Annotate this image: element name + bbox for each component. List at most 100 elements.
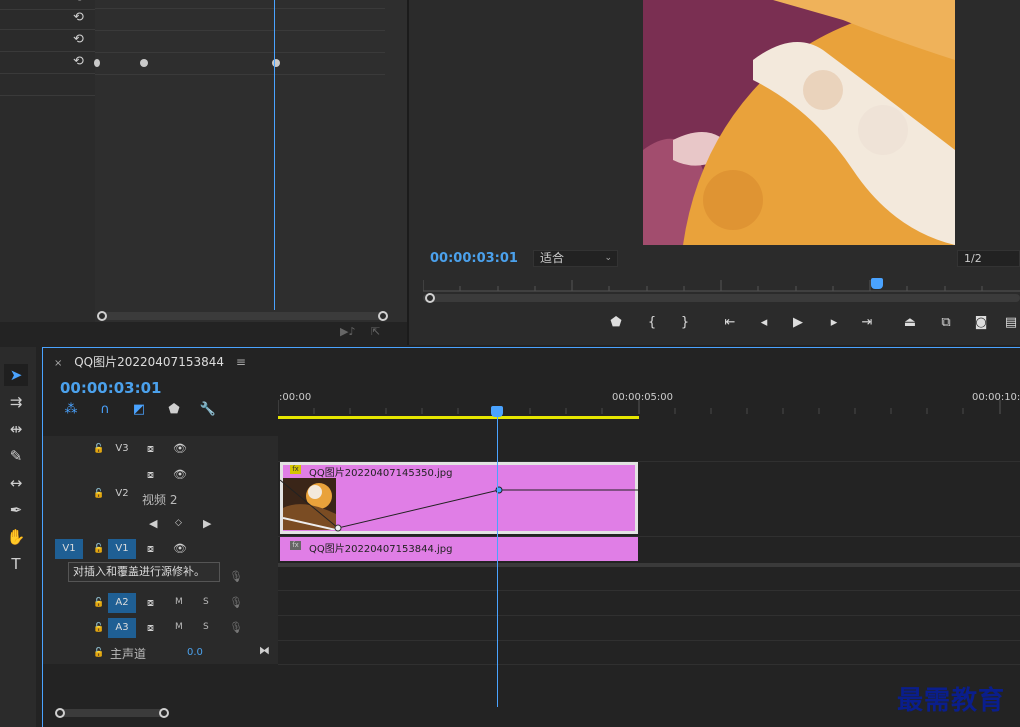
linked-selection-icon[interactable]: ◩: [130, 402, 148, 418]
fx-badge: fx: [290, 541, 301, 550]
master-volume[interactable]: 0.0: [187, 647, 203, 658]
wrench-icon[interactable]: 🔧: [199, 402, 217, 418]
sync-lock-icon[interactable]: ⧇: [147, 596, 154, 610]
play-icon[interactable]: ▶: [789, 314, 807, 332]
lock-icon[interactable]: 🔓: [93, 444, 104, 454]
add-marker-icon[interactable]: ⬟: [165, 402, 183, 418]
reset-icon[interactable]: ⟲: [73, 0, 87, 5]
opacity-keyframe-line[interactable]: [280, 465, 638, 535]
track-select-tool-icon[interactable]: ⇉: [4, 391, 28, 413]
tooltip: 对插入和覆盖进行源修补。: [68, 562, 220, 582]
slip-tool-icon[interactable]: ↔: [4, 472, 28, 494]
keyframe[interactable]: [140, 59, 148, 67]
track-label-v1[interactable]: V1: [108, 539, 136, 559]
scroll-handle-right[interactable]: [378, 311, 388, 321]
track-header-a3: 🔓 A3 ⧇ M S 🎙: [43, 616, 278, 641]
mute-button[interactable]: M: [175, 622, 183, 632]
video-preview: [643, 0, 955, 245]
step-back-icon[interactable]: ◂: [755, 314, 773, 332]
go-to-out-icon[interactable]: ⇥: [858, 314, 876, 332]
ruler-label: 00:00:10:0: [972, 392, 1020, 403]
close-tab-icon[interactable]: ×: [54, 358, 62, 369]
work-area-bar[interactable]: [278, 416, 639, 419]
lock-icon[interactable]: 🔓: [93, 623, 104, 633]
program-scrollbar[interactable]: [423, 293, 1020, 303]
effect-keyframe-area[interactable]: [94, 0, 407, 322]
step-forward-icon[interactable]: ▸: [825, 314, 843, 332]
razor-tool-icon[interactable]: ✎: [4, 445, 28, 467]
audio-only-icon[interactable]: ▶♪: [340, 325, 355, 338]
fit-dropdown[interactable]: 适合 ⌄: [533, 250, 618, 267]
lane-divider: [278, 615, 1020, 616]
sync-lock-icon[interactable]: ⧇: [147, 542, 154, 556]
type-tool-icon[interactable]: T: [4, 553, 28, 575]
effect-scrollbar[interactable]: [97, 311, 388, 321]
more-icon[interactable]: ▤: [1002, 314, 1020, 332]
track-label-a3[interactable]: A3: [108, 618, 136, 638]
nest-icon[interactable]: ⁂: [62, 402, 80, 418]
export-icon[interactable]: ⇱: [371, 325, 380, 338]
lift-icon[interactable]: ⏏: [901, 314, 919, 332]
effect-playhead[interactable]: [274, 0, 275, 310]
video-audio-divider[interactable]: [278, 563, 1020, 567]
reset-icon[interactable]: ⟲: [73, 33, 87, 47]
reset-icon[interactable]: ⟲: [73, 11, 87, 25]
marker-icon[interactable]: ⬟: [607, 314, 625, 332]
hand-tool-icon[interactable]: ✋: [4, 526, 28, 548]
program-playhead[interactable]: [871, 278, 883, 289]
timeline-scrollbar[interactable]: [55, 708, 169, 718]
pen-tool-icon[interactable]: ✒: [4, 499, 28, 521]
snap-icon[interactable]: ∩: [96, 402, 114, 418]
tab-menu-icon[interactable]: ≡: [236, 355, 246, 369]
track-label-v3[interactable]: V3: [108, 439, 136, 459]
eye-icon[interactable]: 👁: [173, 468, 187, 481]
sync-lock-icon[interactable]: ⧇: [147, 442, 154, 456]
lock-icon[interactable]: 🔓: [93, 598, 104, 608]
track-label-v2[interactable]: V2: [108, 484, 136, 504]
source-patch-v1[interactable]: V1: [55, 539, 83, 559]
go-to-end-icon[interactable]: ⧓: [259, 644, 270, 657]
prev-keyframe-icon[interactable]: ◀: [149, 517, 157, 530]
sync-lock-icon[interactable]: ⧇: [147, 468, 154, 482]
scroll-handle-left[interactable]: [97, 311, 107, 321]
sequence-tab[interactable]: × QQ图片20220407153844 ≡: [54, 353, 246, 370]
scroll-handle-left[interactable]: [425, 293, 435, 303]
track-label-a2[interactable]: A2: [108, 593, 136, 613]
add-keyframe-icon[interactable]: ◇: [175, 518, 182, 528]
eye-icon[interactable]: 👁: [173, 542, 187, 555]
scroll-handle-left[interactable]: [55, 708, 65, 718]
mark-in-icon[interactable]: {: [643, 314, 661, 332]
mic-icon[interactable]: 🎙: [229, 570, 243, 583]
solo-button[interactable]: S: [203, 597, 209, 607]
mark-out-icon[interactable]: }: [676, 314, 694, 332]
program-ruler[interactable]: [423, 276, 1020, 292]
keyframe: [334, 524, 342, 532]
extract-icon[interactable]: ⧉: [937, 314, 955, 332]
lock-icon[interactable]: 🔓: [93, 544, 104, 554]
sync-lock-icon[interactable]: ⧇: [147, 621, 154, 635]
playhead-handle[interactable]: [491, 406, 503, 417]
lane-divider: [278, 590, 1020, 591]
scroll-handle-right[interactable]: [159, 708, 169, 718]
reset-icon[interactable]: ⟲: [73, 55, 87, 69]
mic-icon[interactable]: 🎙: [229, 596, 243, 609]
track-header-v2: ⧇ 👁 🔓 V2 视频 2 ◀ ◇ ▶: [43, 462, 278, 536]
mute-button[interactable]: M: [175, 597, 183, 607]
ruler-label: 00:00:05:00: [612, 392, 674, 403]
keyframe[interactable]: [94, 59, 100, 67]
eye-icon[interactable]: 👁: [173, 442, 187, 455]
next-keyframe-icon[interactable]: ▶: [203, 517, 211, 530]
program-timecode[interactable]: 00:00:03:01: [430, 251, 518, 266]
timeline-playhead[interactable]: [497, 412, 498, 707]
go-to-in-icon[interactable]: ⇤: [721, 314, 739, 332]
selection-tool-icon[interactable]: ➤: [4, 364, 28, 386]
lock-icon[interactable]: 🔓: [93, 489, 104, 499]
lock-icon[interactable]: 🔓: [93, 648, 104, 658]
timeline-timecode[interactable]: 00:00:03:01: [60, 379, 162, 397]
mic-icon[interactable]: 🎙: [229, 621, 243, 634]
solo-button[interactable]: S: [203, 622, 209, 632]
resolution-dropdown[interactable]: 1/2: [957, 250, 1020, 267]
export-frame-icon[interactable]: ◙: [972, 314, 990, 332]
track-header-master: 🔓 主声道 ⧓: [43, 641, 278, 664]
ripple-edit-tool-icon[interactable]: ⇹: [4, 418, 28, 440]
